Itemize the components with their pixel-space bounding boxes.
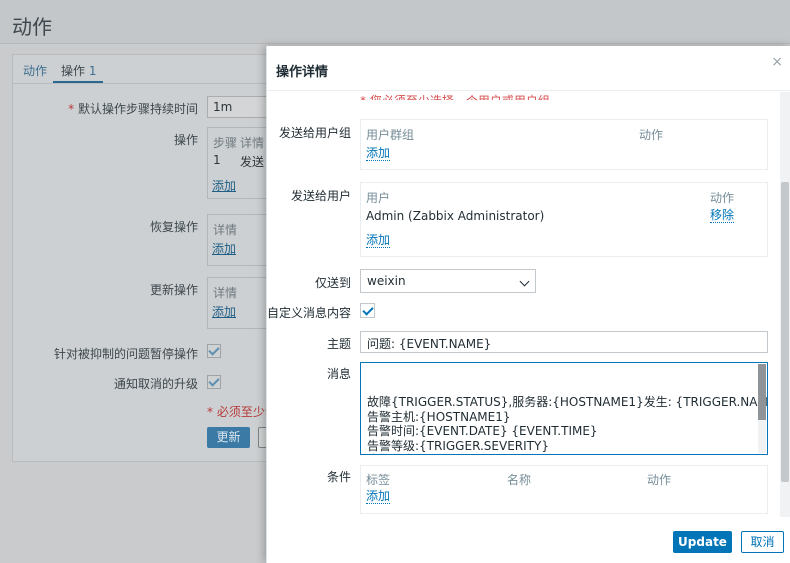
required-user-note-clip: * 您必须至少选择一个用户或用户组。 (360, 86, 780, 100)
conditions-add-link[interactable]: 添加 (366, 490, 391, 504)
user-groups-add-link[interactable]: 添加 (366, 147, 391, 161)
custom-message-label: 自定义消息内容 (267, 306, 352, 320)
send-to-users-label: 发送给用户 (290, 189, 351, 203)
operations-add-link[interactable]: 添加 (212, 177, 236, 194)
conditions-table: 标签 名称 动作 添加 (360, 465, 768, 514)
dialog-scrollbar-thumb[interactable] (781, 182, 789, 482)
default-duration-input[interactable]: 1m (207, 96, 267, 118)
users-add-link[interactable]: 添加 (366, 234, 391, 248)
send-only-to-label: 仅送到 (314, 276, 351, 290)
user-groups-col-action: 动作 (639, 128, 664, 142)
send-only-to-value: weixin (367, 274, 406, 288)
recovery-add-link[interactable]: 添加 (212, 240, 236, 257)
update-operations-label: 更新操作 (149, 283, 198, 297)
users-table: 用户 动作 Admin (Zabbix Administrator) 移除 添加 (360, 182, 768, 257)
recovery-operations-label: 恢复操作 (149, 220, 198, 234)
users-col-user: 用户 (366, 191, 391, 205)
message-scrollbar-thumb[interactable] (758, 364, 766, 420)
remove-user-link[interactable]: 移除 (710, 209, 735, 223)
message-label: 消息 (326, 367, 351, 381)
update-add-link[interactable]: 添加 (212, 303, 236, 320)
default-duration-label: * 默认操作步骤持续时间 (68, 102, 198, 116)
dialog-header: 操作详情 × (267, 46, 790, 91)
tab-action[interactable]: 动作 (23, 62, 47, 79)
users-col-action: 动作 (710, 191, 735, 205)
notify-cancelled-label: 通知取消的升级 (113, 377, 198, 391)
notify-cancelled-checkbox[interactable] (207, 375, 221, 389)
active-tab-underline (53, 81, 103, 83)
users-row-user: Admin (Zabbix Administrator) (366, 209, 545, 223)
operations-col-details: 详情 (240, 136, 265, 150)
message-text: 故障{TRIGGER.STATUS},服务器:{HOSTNAME1}发生: {T… (367, 395, 768, 454)
close-icon[interactable]: × (771, 54, 783, 70)
operation-details-dialog: 操作详情 × * 您必须至少选择一个用户或用户组。 发送给用户组 用户群组 动作… (266, 46, 790, 563)
pause-suppressed-checkbox[interactable] (207, 344, 221, 358)
page-title: 动作 (12, 15, 52, 39)
tab-operations-label: 操作 (61, 64, 86, 78)
subject-label: 主题 (326, 337, 351, 351)
operations-col-step: 步骤 (213, 136, 238, 150)
user-groups-table: 用户群组 动作 添加 (360, 119, 768, 170)
send-only-to-select[interactable]: weixin (360, 269, 536, 293)
user-groups-col-group: 用户群组 (366, 128, 415, 142)
subject-input[interactable]: 问题: {EVENT.NAME} (360, 331, 768, 353)
operations-row-details: 发送 (240, 155, 265, 169)
update-col-details: 详情 (213, 286, 238, 300)
send-to-groups-label: 发送给用户组 (278, 126, 351, 140)
required-user-note: * 您必须至少选择一个用户或用户组。 (360, 92, 562, 100)
custom-message-checkbox[interactable] (360, 303, 375, 318)
conditions-label: 条件 (326, 470, 351, 484)
tab-operations-badge: 1 (88, 64, 97, 78)
dialog-title: 操作详情 (276, 65, 329, 80)
message-scrollbar[interactable] (758, 364, 766, 453)
operations-row-step: 1 (213, 153, 221, 167)
dialog-update-button[interactable]: Update (673, 531, 732, 553)
conditions-col-action: 动作 (647, 473, 672, 487)
recovery-col-details: 详情 (213, 223, 238, 237)
page-header (0, 0, 790, 44)
conditions-col-label: 标签 (366, 473, 391, 487)
operations-label: 操作 (173, 133, 198, 147)
pause-suppressed-label: 针对被抑制的问题暂停操作 (53, 347, 198, 361)
conditions-col-name: 名称 (507, 473, 532, 487)
message-textarea[interactable]: 故障{TRIGGER.STATUS},服务器:{HOSTNAME1}发生: {T… (360, 362, 768, 455)
dialog-cancel-button[interactable]: 取消 (741, 531, 784, 553)
chevron-down-icon (519, 276, 530, 287)
update-button[interactable]: 更新 (207, 427, 250, 448)
tab-operations[interactable]: 操作 1 (61, 62, 96, 79)
